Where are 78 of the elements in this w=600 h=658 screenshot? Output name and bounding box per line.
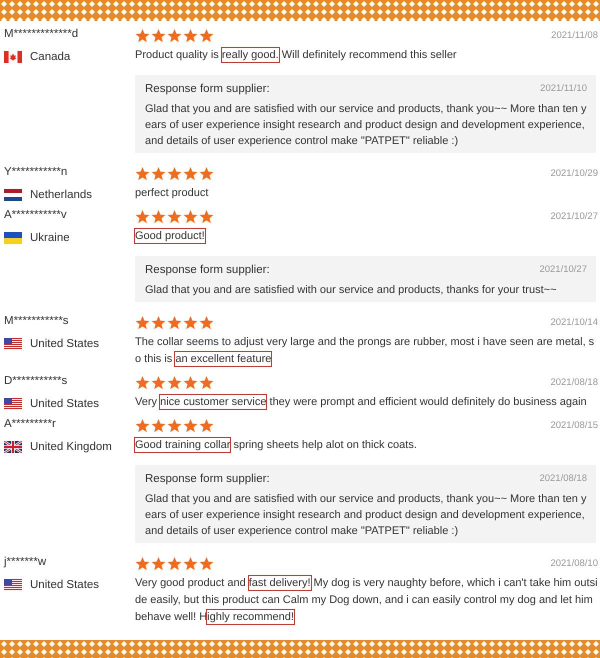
- star-icon: [151, 28, 166, 42]
- flag-icon: [4, 232, 22, 244]
- star-icon: [135, 166, 150, 180]
- star-icon: [135, 316, 150, 330]
- country-name: United States: [30, 398, 100, 410]
- response-label: Response form supplier:: [145, 473, 270, 485]
- star-icon: [199, 316, 214, 330]
- star-icon: [183, 166, 198, 180]
- country-name: Canada: [30, 51, 70, 63]
- star-icon: [199, 556, 214, 570]
- star-icon: [167, 28, 182, 42]
- star-icon: [151, 376, 166, 390]
- star-icon: [135, 418, 150, 432]
- star-icon: [199, 376, 214, 390]
- star-icon: [183, 316, 198, 330]
- review-text: perfect product: [135, 186, 210, 201]
- review-text: Good training collar spring sheets help alot on thick coats.: [135, 437, 418, 454]
- star-icon: [183, 376, 198, 390]
- flag-icon: [4, 441, 22, 453]
- response-text: Glad that you and are satisfied with our service and products, thanks for your trust~~: [145, 283, 558, 298]
- country-name: Netherlands: [30, 189, 92, 201]
- review-date: 2021/10/27: [550, 211, 598, 222]
- star-icon: [151, 316, 166, 330]
- star-icon: [183, 556, 198, 570]
- flag-icon: [4, 51, 22, 63]
- response-date: 2021/08/18: [539, 473, 587, 485]
- review-date: 2021/08/10: [550, 558, 598, 569]
- star-icon: [183, 28, 198, 42]
- reviewer-name: j*******w: [4, 555, 48, 568]
- reviewer-name: A***********v: [4, 208, 68, 221]
- flag-icon: [4, 338, 22, 350]
- star-icon: [199, 166, 214, 180]
- response-label: Response form supplier:: [145, 83, 270, 95]
- reviewer-name: D***********s: [4, 374, 68, 387]
- review-date: 2021/08/15: [550, 420, 598, 431]
- response-label: Response form supplier:: [145, 264, 270, 276]
- country-name: United States: [30, 338, 100, 350]
- star-icon: [167, 418, 182, 432]
- review-text: Very nice customer service they were prompt and efficient would definitely do business again: [135, 394, 588, 411]
- flag-icon: [4, 398, 22, 410]
- star-icon: [167, 166, 182, 180]
- reviewer-name: M*************d: [4, 27, 80, 40]
- country-name: Ukraine: [30, 232, 70, 244]
- star-icon: [167, 210, 182, 224]
- review-text: Product quality is really good. Will definitely recommend this seller: [135, 47, 458, 64]
- review-date: 2021/11/08: [551, 30, 598, 41]
- review-text: Good product!: [135, 228, 206, 245]
- star-icon: [151, 166, 166, 180]
- star-icon: [151, 556, 166, 570]
- star-icon: [135, 28, 150, 42]
- reviewer-name: M***********s: [4, 314, 70, 327]
- reviewer-name: Y***********n: [4, 165, 68, 178]
- review-date: 2021/10/29: [550, 168, 598, 179]
- star-icon: [151, 418, 166, 432]
- star-icon: [199, 418, 214, 432]
- review-date: 2021/10/14: [550, 317, 598, 328]
- star-icon: [135, 376, 150, 390]
- star-icon: [199, 28, 214, 42]
- flag-icon: [4, 189, 22, 201]
- review-text: The collar seems to adjust very large and the prongs are rubber, most i have seen are metal, so this is an excellent feature: [135, 335, 596, 368]
- star-icon: [151, 210, 166, 224]
- review-date: 2021/08/18: [550, 377, 598, 388]
- star-icon: [167, 556, 182, 570]
- star-icon: [183, 210, 198, 224]
- country-name: United Kingdom: [30, 441, 112, 453]
- country-name: United States: [30, 579, 100, 591]
- star-icon: [135, 556, 150, 570]
- response-date: 2021/11/10: [540, 83, 587, 95]
- star-icon: [167, 376, 182, 390]
- star-icon: [135, 210, 150, 224]
- response-text: Glad that you and are satisfied with our service and products, thank you~~ More than ten years of user experience insight research and product design and development experience, and details of user experience control make "PATPET" reliable :): [145, 492, 587, 539]
- response-text: Glad that you and are satisfied with our service and products, thank you~~ More than ten years of user experience insight research and product design and development experience, and details of user experience control make "PATPET" reliable :): [145, 102, 587, 149]
- reviewer-name: A*********r: [4, 417, 57, 430]
- star-icon: [167, 316, 182, 330]
- star-icon: [183, 418, 198, 432]
- response-date: 2021/10/27: [539, 264, 587, 276]
- star-icon: [199, 210, 214, 224]
- flag-icon: [4, 579, 22, 591]
